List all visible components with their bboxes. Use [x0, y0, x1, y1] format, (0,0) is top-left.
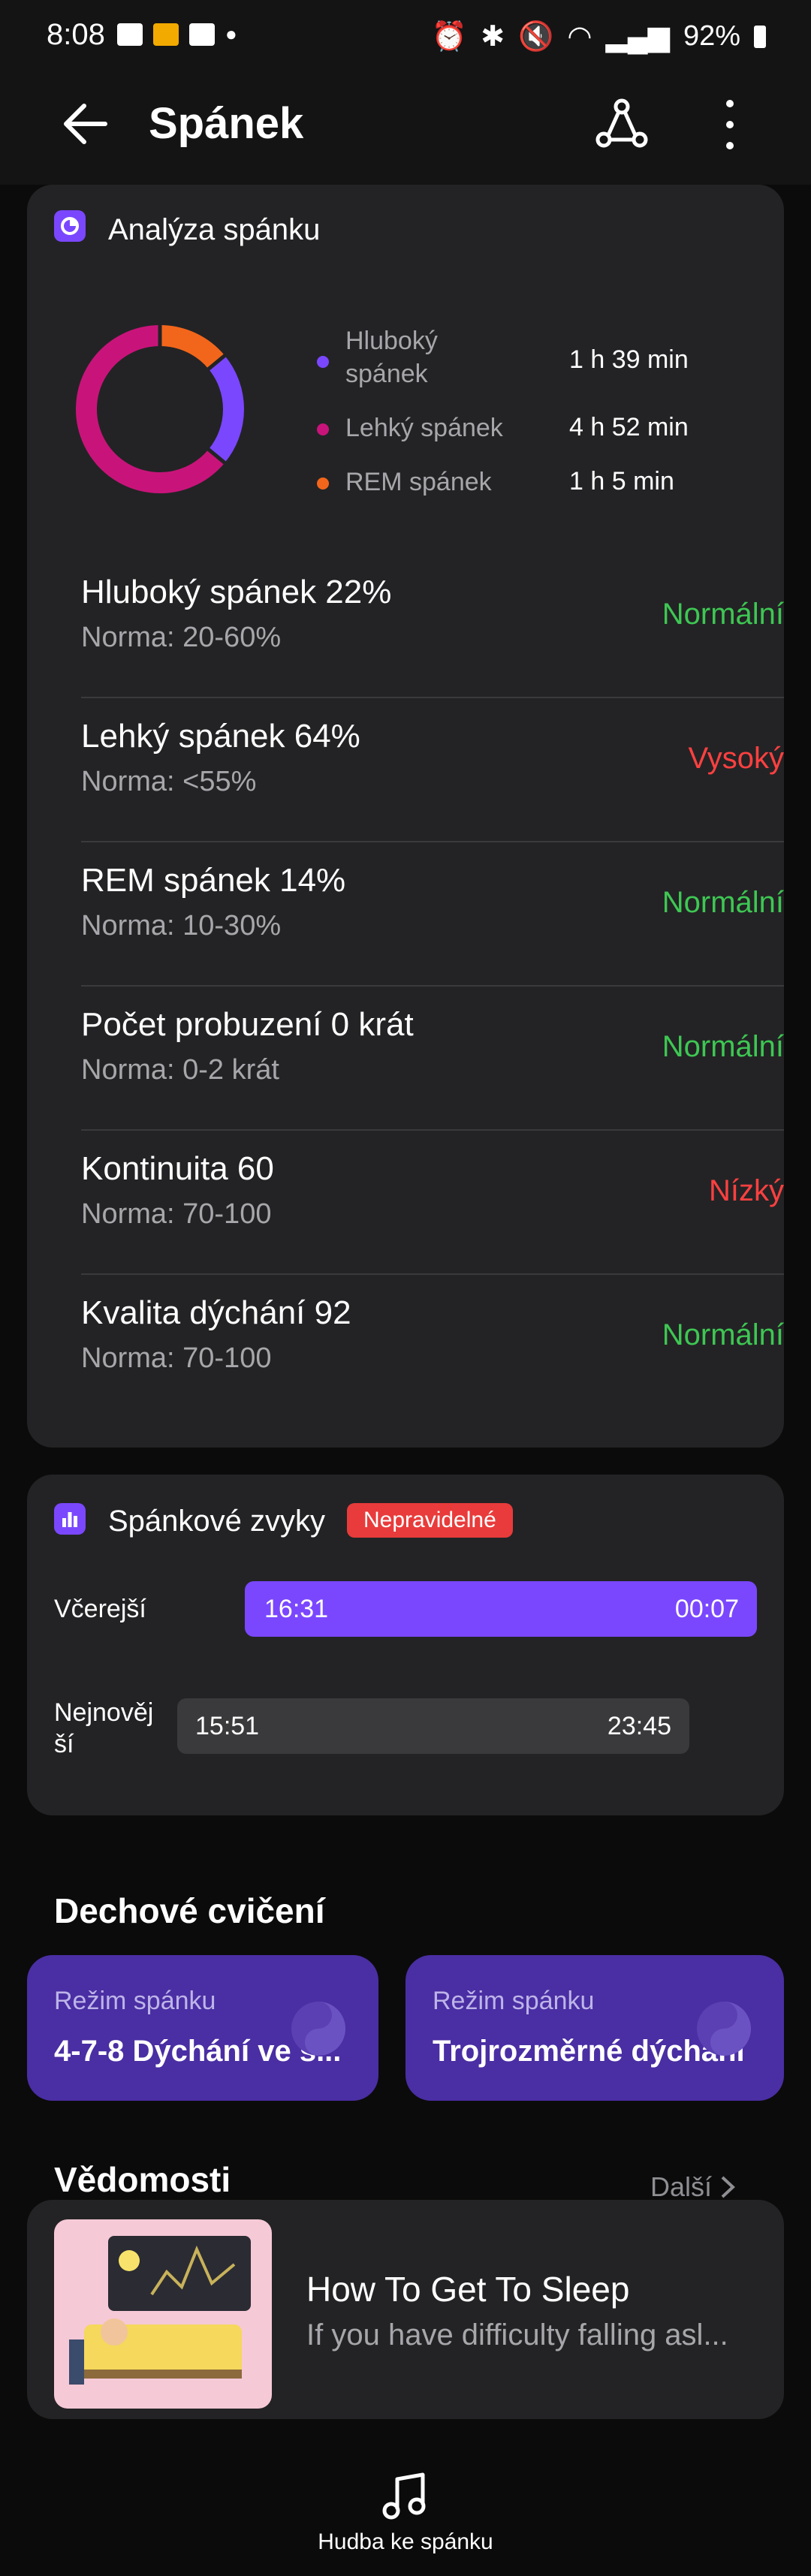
wifi-icon: ◠: [567, 21, 592, 53]
battery-text: 92%: [683, 20, 740, 52]
share-icon[interactable]: [593, 96, 650, 153]
breathing-card-label: Režim spánku: [54, 1987, 216, 2015]
list-item: Kvalita dýchání 92 Norma: 70-100 Normáln…: [81, 1275, 784, 1419]
legend-label-rem: REM spánek: [345, 468, 492, 496]
bluetooth-icon: ✱: [481, 21, 505, 53]
pie-chart-icon: [54, 210, 86, 242]
donut-segment-rem: [159, 325, 225, 369]
donut-segment-deep: [208, 355, 244, 463]
breathing-card-3d[interactable]: Režim spánku Trojrozměrné dýchání: [406, 1955, 784, 2101]
bar-chart-icon: [54, 1503, 86, 1535]
knowledge-section-title: Vědomosti: [54, 2160, 231, 2199]
bottom-nav: Hudba ke spánku: [0, 2448, 811, 2576]
legend-dot-deep: [317, 356, 329, 368]
row-name: Počet probuzení 0 krát: [81, 1006, 414, 1043]
gallery-icon: [117, 23, 143, 46]
sleep-habits-card[interactable]: Spánkové zvyky Nepravidelné Včerejší 16:…: [27, 1475, 784, 1815]
legend-value-light: 4 h 52 min: [569, 413, 689, 441]
back-arrow-icon[interactable]: [59, 98, 111, 150]
row-status: Normální: [662, 886, 784, 919]
latest-start: 15:51: [195, 1712, 260, 1740]
yesterday-sleep-bar: 16:31 00:07: [245, 1581, 757, 1637]
legend-dot-rem: [317, 478, 329, 490]
status-time: 8:08: [47, 18, 105, 51]
battery-icon: [754, 25, 766, 48]
sleep-music-button[interactable]: Hudba ke spánku: [0, 2470, 811, 2555]
health-app-icon: [153, 23, 179, 46]
page-title: Spánek: [149, 99, 304, 148]
row-norm: Norma: 20-60%: [81, 622, 282, 653]
latest-sleep-bar: 15:51 23:45: [177, 1698, 689, 1754]
row-norm: Norma: <55%: [81, 766, 257, 797]
yin-yang-icon: [291, 2002, 345, 2056]
legend-label-light: Lehký spánek: [345, 414, 503, 442]
more-link[interactable]: Další: [650, 2171, 736, 2203]
row-status: Vysoký: [688, 742, 784, 775]
row-name: Lehký spánek 64%: [81, 718, 360, 755]
article-subtitle: If you have difficulty falling asl...: [306, 2318, 728, 2352]
legend-label-deep: Hluboký spánek: [345, 327, 438, 388]
music-note-icon: [382, 2472, 426, 2520]
notification-icons: ●: [117, 23, 237, 46]
row-norm: Norma: 70-100: [81, 1198, 272, 1230]
yesterday-start: 16:31: [264, 1595, 329, 1623]
latest-end: 23:45: [607, 1712, 671, 1740]
list-item: Lehký spánek 64% Norma: <55% Vysoký: [81, 698, 784, 842]
status-bar: 8:08 ● ⏰ ✱ 🔇 ◠ ▂▄▆ 92%: [0, 0, 811, 75]
row-name: REM spánek 14%: [81, 862, 346, 899]
breathing-section-title: Dechové cvičení: [54, 1891, 325, 1930]
legend-dot-light: [317, 423, 329, 435]
youtube-icon: [189, 23, 215, 46]
sleep-habits-title: Spánkové zvyky: [108, 1505, 326, 1538]
system-icons: ⏰ ✱ 🔇 ◠ ▂▄▆ 92%: [432, 20, 766, 53]
row-status: Normální: [662, 1030, 784, 1063]
latest-label: Nejnovější: [54, 1698, 154, 1758]
row-status: Normální: [662, 1318, 784, 1351]
signal-icon: ▂▄▆: [605, 21, 670, 53]
dot-icon: ●: [225, 23, 237, 45]
status-badge: Nepravidelné: [347, 1503, 513, 1538]
app-bar: [0, 75, 811, 185]
list-item: Hluboký spánek 22% Norma: 20-60% Normáln…: [81, 554, 784, 698]
chevron-right-icon: [721, 2176, 735, 2198]
row-status: Normální: [662, 598, 784, 631]
list-item: REM spánek 14% Norma: 10-30% Normální: [81, 842, 784, 987]
breathing-card-478[interactable]: Režim spánku 4-7-8 Dýchání ve s...: [27, 1955, 378, 2101]
list-item: Kontinuita 60 Norma: 70-100 Nízký: [81, 1131, 784, 1275]
row-norm: Norma: 70-100: [81, 1342, 272, 1374]
sleep-analysis-title: Analýza spánku: [108, 213, 321, 246]
breathing-card-label: Režim spánku: [433, 1987, 595, 2015]
yin-yang-icon: [697, 2002, 751, 2056]
mute-icon: 🔇: [518, 20, 554, 53]
row-norm: Norma: 0-2 krát: [81, 1054, 279, 1086]
yesterday-label: Včerejší: [54, 1595, 146, 1623]
alarm-icon: ⏰: [431, 20, 468, 53]
row-name: Kontinuita 60: [81, 1150, 274, 1187]
article-card[interactable]: How To Get To Sleep If you have difficul…: [27, 2200, 784, 2419]
sleep-donut-chart: [76, 324, 244, 493]
row-name: Kvalita dýchání 92: [81, 1294, 351, 1331]
sleep-analysis-card: Analýza spánku Hluboký spánek 1 h 39 min…: [27, 185, 784, 1448]
row-status: Nízký: [709, 1174, 784, 1207]
sleep-legend: Hluboký spánek 1 h 39 min Lehký spánek 4…: [317, 324, 760, 512]
more-options-icon[interactable]: [715, 96, 745, 153]
list-item: Počet probuzení 0 krát Norma: 0-2 krát N…: [81, 987, 784, 1131]
more-link-label: Další: [650, 2171, 713, 2202]
article-thumbnail: [54, 2219, 272, 2409]
row-name: Hluboký spánek 22%: [81, 574, 392, 610]
sleep-music-label: Hudba ke spánku: [318, 2529, 493, 2554]
article-title: How To Get To Sleep: [306, 2270, 630, 2309]
legend-value-rem: 1 h 5 min: [569, 467, 674, 496]
row-norm: Norma: 10-30%: [81, 910, 282, 942]
legend-value-deep: 1 h 39 min: [569, 345, 689, 374]
yesterday-end: 00:07: [674, 1595, 739, 1623]
